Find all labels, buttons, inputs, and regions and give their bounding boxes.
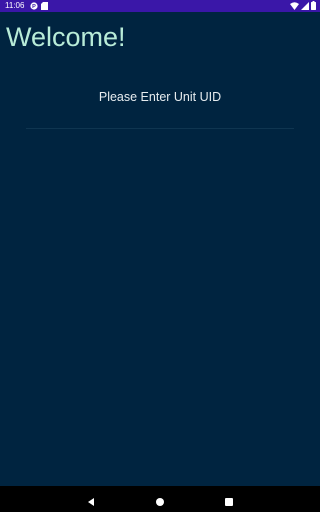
wifi-icon bbox=[290, 1, 299, 10]
sd-card-icon bbox=[41, 2, 48, 10]
svg-text:P: P bbox=[32, 4, 36, 10]
status-icons bbox=[290, 1, 316, 10]
uid-prompt-label: Please Enter Unit UID bbox=[98, 90, 222, 104]
status-bar: 11:06 P bbox=[0, 0, 320, 12]
unit-uid-input[interactable] bbox=[26, 110, 294, 129]
signal-icon bbox=[301, 1, 309, 10]
home-icon[interactable] bbox=[155, 494, 165, 506]
notification-p-icon: P bbox=[30, 2, 38, 10]
navigation-bar bbox=[0, 486, 320, 512]
recents-icon[interactable] bbox=[224, 494, 234, 506]
battery-icon bbox=[311, 1, 316, 10]
app-screen: 11:06 P Welcome! Please Enter Unit UID bbox=[0, 0, 320, 512]
welcome-title: Welcome! bbox=[6, 22, 126, 52]
back-icon[interactable] bbox=[86, 494, 96, 506]
status-time: 11:06 bbox=[5, 1, 25, 10]
